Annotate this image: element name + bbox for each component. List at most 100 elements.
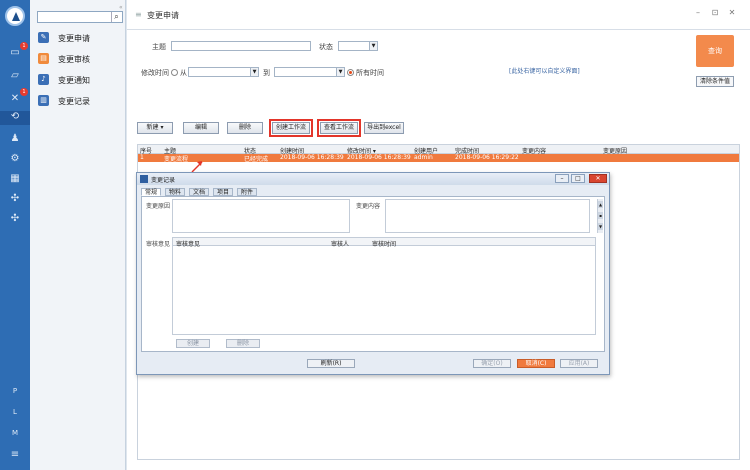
from-radio[interactable] bbox=[171, 69, 178, 76]
dialog-title: 变更记录 bbox=[151, 177, 176, 184]
query-button[interactable]: 查询 bbox=[696, 35, 734, 67]
dialog-app-icon bbox=[140, 175, 148, 183]
delete-button[interactable]: 删除 bbox=[227, 122, 263, 134]
tab-general[interactable]: 常规 bbox=[141, 188, 162, 196]
all-time-radio[interactable] bbox=[347, 69, 354, 76]
sidebar-item-change-audit[interactable]: ▤ 变更审核 bbox=[36, 52, 124, 66]
ok-button[interactable]: 确定(O) bbox=[473, 359, 511, 368]
new-button[interactable]: 新建 ▾ bbox=[137, 122, 173, 134]
page-titlebar: ≡ 变更申请 – ⊡ ✕ bbox=[127, 0, 750, 30]
user-icon[interactable]: ♟ bbox=[9, 133, 21, 145]
column-header[interactable]: 审核意见 bbox=[176, 239, 200, 248]
sidebar-item-change-notice[interactable]: ♪ 变更通知 bbox=[36, 73, 124, 87]
apply-button[interactable]: 应用(A) bbox=[560, 359, 598, 368]
view-workflow-button[interactable]: 查看工作流 bbox=[317, 119, 361, 137]
icon-rail: ▭ 1 ▱ ✕ 1 ⟲ ♟ ⚙ ▦ ✣ ✣ P L M ≡ bbox=[0, 0, 30, 470]
gear-icon[interactable]: ⚙ bbox=[9, 153, 21, 165]
close-icon[interactable]: ✕ bbox=[589, 174, 607, 183]
scroll-down-icon[interactable]: ▼ bbox=[598, 223, 603, 230]
customize-hint: [此处右键可以自定义界面] bbox=[509, 68, 580, 75]
export-excel-button[interactable]: 导出到excel bbox=[364, 122, 404, 134]
change-content-field[interactable] bbox=[385, 199, 590, 233]
table-row[interactable]: 1 变更流程 已经完成 2018-09-06 16:28:39 2018-09-… bbox=[138, 154, 739, 163]
from-date-select[interactable]: ▼ bbox=[188, 67, 259, 77]
sidebar-item-change-record[interactable]: ▥ 变更记录 bbox=[36, 94, 124, 108]
all-time-label: 所有时间 bbox=[356, 69, 384, 77]
notification-badge: 1 bbox=[20, 42, 28, 50]
status-select[interactable]: ▼ bbox=[338, 41, 378, 51]
change-record-dialog: 变更记录 – □ ✕ 常规 物料 文档 项目 附件 变更原因 变更内容 ▲ ▪ … bbox=[136, 172, 610, 375]
edit-button[interactable]: 编辑 bbox=[183, 122, 219, 134]
create-workflow-button[interactable]: 创建工作流 bbox=[269, 119, 313, 137]
scroll-thumb[interactable]: ▪ bbox=[598, 212, 603, 219]
to-label: 到 bbox=[263, 69, 270, 77]
tab-attachment[interactable]: 附件 bbox=[237, 188, 258, 196]
cell-modified: 2018-09-06 16:28:39 bbox=[347, 154, 411, 161]
tab-material[interactable]: 物料 bbox=[165, 188, 186, 196]
chevron-down-icon[interactable]: ▼ bbox=[369, 42, 377, 50]
sub-create-button[interactable]: 创建 bbox=[176, 339, 210, 348]
table-header: 序号 主题 状态 创建时间 修改时间 ▾ 创建用户 完成时间 变更内容 变更原因 bbox=[138, 145, 739, 155]
column-header[interactable]: 审核时间 bbox=[372, 239, 396, 248]
maximize-icon[interactable]: ⊡ bbox=[709, 7, 721, 19]
status-label: 状态 bbox=[319, 43, 333, 51]
menu-search-input[interactable]: ⌕ bbox=[37, 11, 123, 23]
cell-completed: 2018-09-06 16:29:22 bbox=[455, 154, 519, 161]
subgrid-header: 审核意见 审核人 审核时间 bbox=[173, 238, 595, 248]
search-icon[interactable]: ⌕ bbox=[111, 12, 121, 22]
folder-icon[interactable]: ▱ bbox=[9, 70, 21, 82]
sidebar-item-label: 变更审核 bbox=[58, 55, 90, 64]
dialog-body: 变更原因 变更内容 ▲ ▪ ▼ 审核意见 审核意见 审核人 审核时间 创建 删除 bbox=[141, 196, 605, 352]
column-header[interactable]: 审核人 bbox=[331, 239, 349, 248]
grid-icon[interactable]: ▦ bbox=[9, 173, 21, 185]
subject-label: 主题 bbox=[152, 43, 166, 51]
page-title: 变更申请 bbox=[147, 11, 179, 20]
refresh-button[interactable]: 刷新(R) bbox=[307, 359, 355, 368]
sidebar-menu: « ⌕ ✎ 变更申请 ▤ 变更审核 ♪ 变更通知 ▥ 变更记录 bbox=[30, 0, 126, 470]
scrollbar[interactable]: ▲ ▪ ▼ bbox=[597, 199, 603, 233]
cell-index: 1 bbox=[140, 154, 144, 161]
cancel-button[interactable]: 取消(C) bbox=[517, 359, 555, 368]
maximize-icon[interactable]: □ bbox=[571, 174, 585, 183]
sidebar-item-label: 变更通知 bbox=[58, 76, 90, 85]
tools-icon[interactable]: ✕ bbox=[9, 93, 21, 105]
rail-letter-m[interactable]: M bbox=[0, 429, 30, 437]
change-reason-field[interactable] bbox=[172, 199, 350, 233]
network-icon-2[interactable]: ✣ bbox=[9, 213, 21, 225]
monitor-icon[interactable]: ▭ bbox=[9, 47, 21, 59]
rail-letter-l[interactable]: L bbox=[0, 408, 30, 416]
workflow-icon[interactable]: ⟲ bbox=[0, 111, 30, 125]
minimize-icon[interactable]: – bbox=[555, 174, 569, 183]
chevron-down-icon[interactable]: ▼ bbox=[336, 68, 344, 76]
change-content-label: 变更内容 bbox=[356, 203, 381, 210]
dialog-titlebar[interactable]: 变更记录 – □ ✕ bbox=[137, 173, 609, 185]
rail-letter-p[interactable]: P bbox=[0, 387, 30, 395]
sub-delete-button[interactable]: 删除 bbox=[226, 339, 260, 348]
tab-document[interactable]: 文档 bbox=[189, 188, 210, 196]
from-label: 从 bbox=[180, 69, 187, 77]
minimize-icon[interactable]: – bbox=[692, 7, 704, 19]
chevron-down-icon[interactable]: ▼ bbox=[250, 68, 258, 76]
modify-time-label: 修改时间 bbox=[141, 69, 169, 77]
clear-conditions-button[interactable]: 清除条件值 bbox=[696, 76, 734, 87]
sidebar-item-change-request[interactable]: ✎ 变更申请 bbox=[36, 31, 124, 45]
cell-created: 2018-09-06 16:28:39 bbox=[280, 154, 344, 161]
hamburger-icon[interactable]: ≡ bbox=[135, 10, 142, 19]
review-opinion-table: 审核意见 审核人 审核时间 bbox=[172, 237, 596, 335]
scroll-up-icon[interactable]: ▲ bbox=[598, 201, 603, 208]
close-icon[interactable]: ✕ bbox=[726, 7, 738, 19]
bell-icon: ♪ bbox=[38, 74, 49, 85]
sidebar-item-label: 变更记录 bbox=[58, 97, 90, 106]
change-reason-label: 变更原因 bbox=[146, 203, 171, 210]
notification-badge: 1 bbox=[20, 88, 28, 96]
audit-icon: ▤ bbox=[38, 53, 49, 64]
to-date-select[interactable]: ▼ bbox=[274, 67, 345, 77]
subject-input[interactable] bbox=[171, 41, 311, 51]
menu-icon[interactable]: ≡ bbox=[9, 449, 21, 461]
cell-creator: admin bbox=[414, 154, 433, 161]
tab-project[interactable]: 项目 bbox=[213, 188, 234, 196]
app-logo-icon bbox=[5, 6, 25, 26]
network-icon[interactable]: ✣ bbox=[9, 193, 21, 205]
collapse-icon[interactable]: « bbox=[119, 4, 123, 11]
cell-status: 已经完成 bbox=[244, 156, 269, 163]
